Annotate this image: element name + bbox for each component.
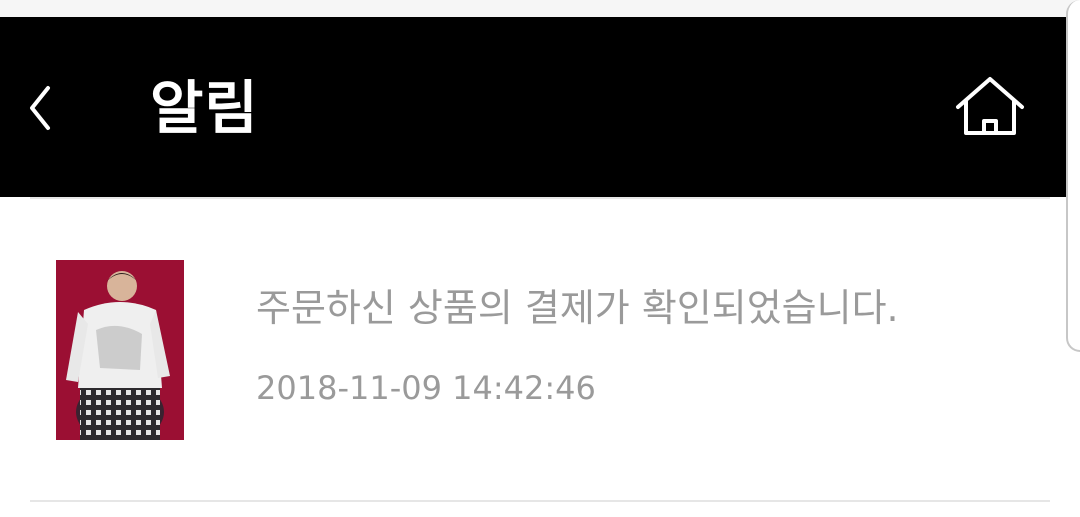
- app-header: 알림: [0, 17, 1066, 197]
- status-strip: [0, 0, 1080, 17]
- product-thumbnail: [56, 260, 184, 440]
- list-divider: [30, 500, 1050, 502]
- notification-message: 주문하신 상품의 결제가 확인되었습니다.: [256, 286, 899, 330]
- home-button[interactable]: [950, 73, 1030, 145]
- header-divider: [30, 197, 1050, 199]
- back-button[interactable]: [18, 72, 66, 142]
- chevron-left-icon: [30, 86, 50, 130]
- page-title: 알림: [150, 74, 259, 142]
- home-icon: [956, 77, 1024, 135]
- scrollbar[interactable]: [1066, 0, 1080, 352]
- notification-timestamp: 2018-11-09 14:42:46: [256, 369, 596, 407]
- notification-item[interactable]: 주문하신 상품의 결제가 확인되었습니다. 2018-11-09 14:42:4…: [30, 200, 1050, 500]
